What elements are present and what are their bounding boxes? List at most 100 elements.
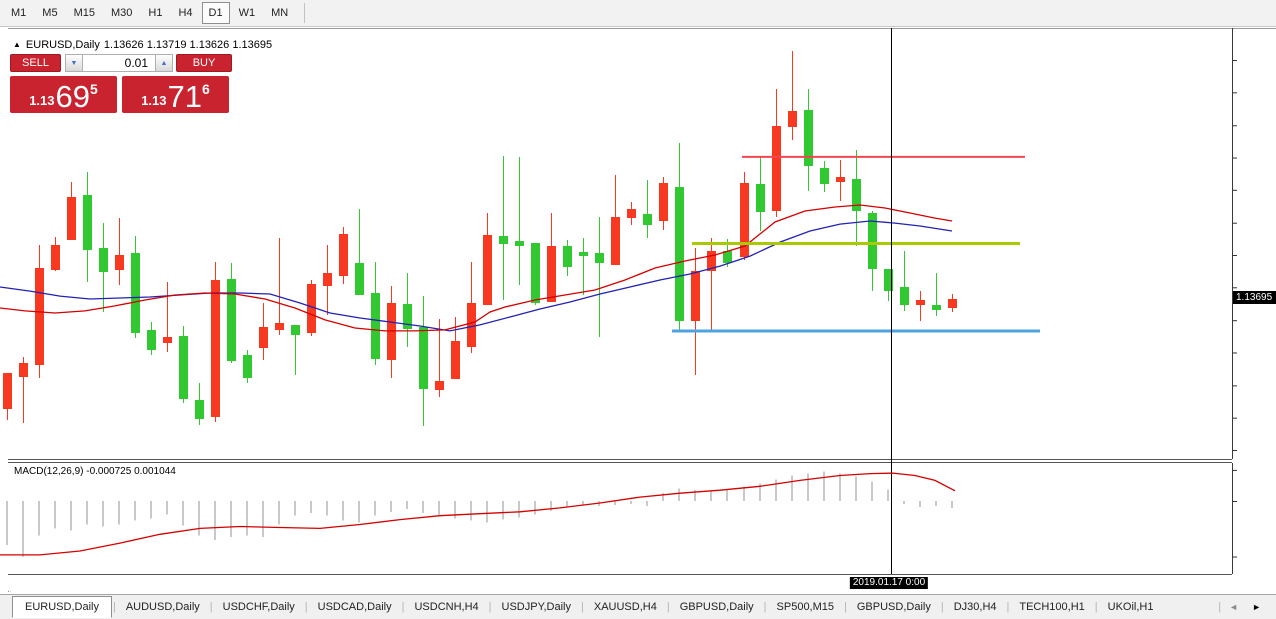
macd-histogram-bar — [566, 501, 568, 507]
bull-candle — [820, 168, 829, 184]
macd-histogram-bar — [374, 501, 376, 516]
collapse-icon[interactable]: ▲ — [13, 40, 21, 49]
bear-candle — [659, 183, 668, 221]
macd-histogram-bar — [807, 474, 809, 501]
bull-candle — [227, 279, 236, 361]
macd-histogram-bar — [310, 501, 312, 513]
bull-candle — [675, 187, 684, 321]
macd-histogram-bar — [582, 501, 584, 505]
bull-candle — [99, 248, 108, 272]
macd-histogram-bar — [935, 501, 937, 506]
macd-histogram-bar — [919, 501, 921, 507]
candle-wick — [119, 218, 120, 285]
macd-histogram-bar — [726, 489, 728, 501]
macd-histogram-bar — [470, 501, 472, 521]
bull-candle — [643, 214, 652, 225]
macd-histogram-bar — [823, 472, 825, 501]
candle-wick — [920, 291, 921, 321]
bear-candle — [691, 271, 700, 321]
macd-histogram-bar — [646, 501, 648, 506]
lot-decrease-button[interactable]: ▼ — [65, 54, 83, 72]
candle-wick — [503, 156, 504, 300]
bear-candle — [3, 373, 12, 409]
buy-price-prefix: 1.13 — [141, 93, 166, 108]
macd-histogram-bar — [70, 501, 72, 530]
chart-symbol-label: EURUSD,Daily — [26, 39, 100, 51]
macd-histogram-bar — [214, 501, 216, 540]
macd-histogram-bar — [438, 501, 440, 516]
buy-button[interactable]: BUY — [176, 54, 232, 72]
macd-histogram-bar — [518, 501, 520, 518]
macd-histogram-bar — [102, 501, 104, 526]
bull-candle — [499, 236, 508, 244]
buy-price-display[interactable]: 1.13 71 6 — [122, 76, 229, 113]
trading-platform-window: M1M5M15M30H1H4D1W1MN ▲EURUSD,Daily1.1362… — [0, 0, 1276, 619]
macd-histogram-bar — [54, 501, 56, 528]
candle-wick — [599, 217, 600, 337]
bear-candle — [467, 303, 476, 347]
bear-candle — [948, 299, 957, 308]
bear-candle — [211, 280, 220, 417]
macd-histogram-bar — [871, 481, 873, 501]
bull-candle — [243, 355, 252, 378]
macd-histogram-bar — [166, 501, 168, 515]
lot-increase-button[interactable]: ▲ — [155, 54, 173, 72]
macd-histogram-bar — [326, 501, 328, 516]
macd-histogram-bar — [903, 501, 905, 504]
sell-price-prefix: 1.13 — [29, 93, 54, 108]
macd-histogram-bar — [630, 501, 632, 504]
lot-size-field[interactable]: 0.01 — [83, 54, 155, 72]
bull-candle — [195, 400, 204, 419]
bear-candle — [547, 246, 556, 302]
bull-candle — [595, 253, 604, 263]
bull-candle — [900, 287, 909, 305]
bull-candle — [147, 330, 156, 350]
macd-histogram-bar — [775, 479, 777, 501]
current-price-label: 1.13695 — [1233, 291, 1276, 304]
bear-candle — [483, 235, 492, 305]
macd-histogram-bar — [710, 491, 712, 501]
macd-histogram-bar — [454, 501, 456, 519]
macd-histogram-bar — [390, 501, 392, 512]
bear-candle — [339, 234, 348, 276]
chart-ohlc-values: 1.13626 1.13719 1.13626 1.13695 — [104, 39, 272, 51]
sell-price-display[interactable]: 1.13 69 5 — [10, 76, 117, 113]
lot-stepper: ▼ 0.01 ▲ — [65, 54, 173, 72]
bear-candle — [323, 273, 332, 286]
bear-candle — [836, 177, 845, 182]
bear-candle — [916, 300, 925, 305]
macd-histogram-bar — [150, 501, 152, 519]
chevron-up-icon: ▲ — [161, 60, 168, 67]
macd-histogram-bar — [614, 501, 616, 505]
macd-histogram-bar — [134, 501, 136, 521]
bull-candle — [131, 253, 140, 333]
bull-candle — [579, 252, 588, 256]
macd-histogram-bar — [502, 501, 504, 520]
macd-histogram-bar — [839, 474, 841, 501]
bear-candle — [451, 341, 460, 379]
bear-candle — [627, 209, 636, 218]
buy-price-pip: 6 — [202, 81, 210, 97]
macd-histogram-bar — [342, 501, 344, 521]
bull-candle — [179, 336, 188, 399]
bull-candle — [852, 179, 861, 211]
macd-histogram-bar — [246, 501, 248, 535]
bull-candle — [419, 327, 428, 389]
macd-histogram-bar — [406, 501, 408, 509]
candle-wick — [583, 238, 584, 295]
sell-price-main: 69 — [56, 82, 90, 111]
macd-histogram-bar — [262, 501, 264, 537]
macd-histogram-bar — [278, 501, 280, 525]
macd-histogram-bar — [855, 477, 857, 501]
sell-button[interactable]: SELL — [10, 54, 61, 72]
buy-price-main: 71 — [168, 82, 202, 111]
bull-candle — [291, 325, 300, 335]
candle-wick — [279, 238, 280, 335]
bull-candle — [355, 263, 364, 295]
bull-candle — [531, 243, 540, 303]
bear-candle — [35, 268, 44, 365]
macd-histogram-bar — [198, 501, 200, 535]
bull-candle — [563, 246, 572, 267]
macd-histogram-bar — [887, 489, 889, 501]
bear-candle — [772, 126, 781, 211]
